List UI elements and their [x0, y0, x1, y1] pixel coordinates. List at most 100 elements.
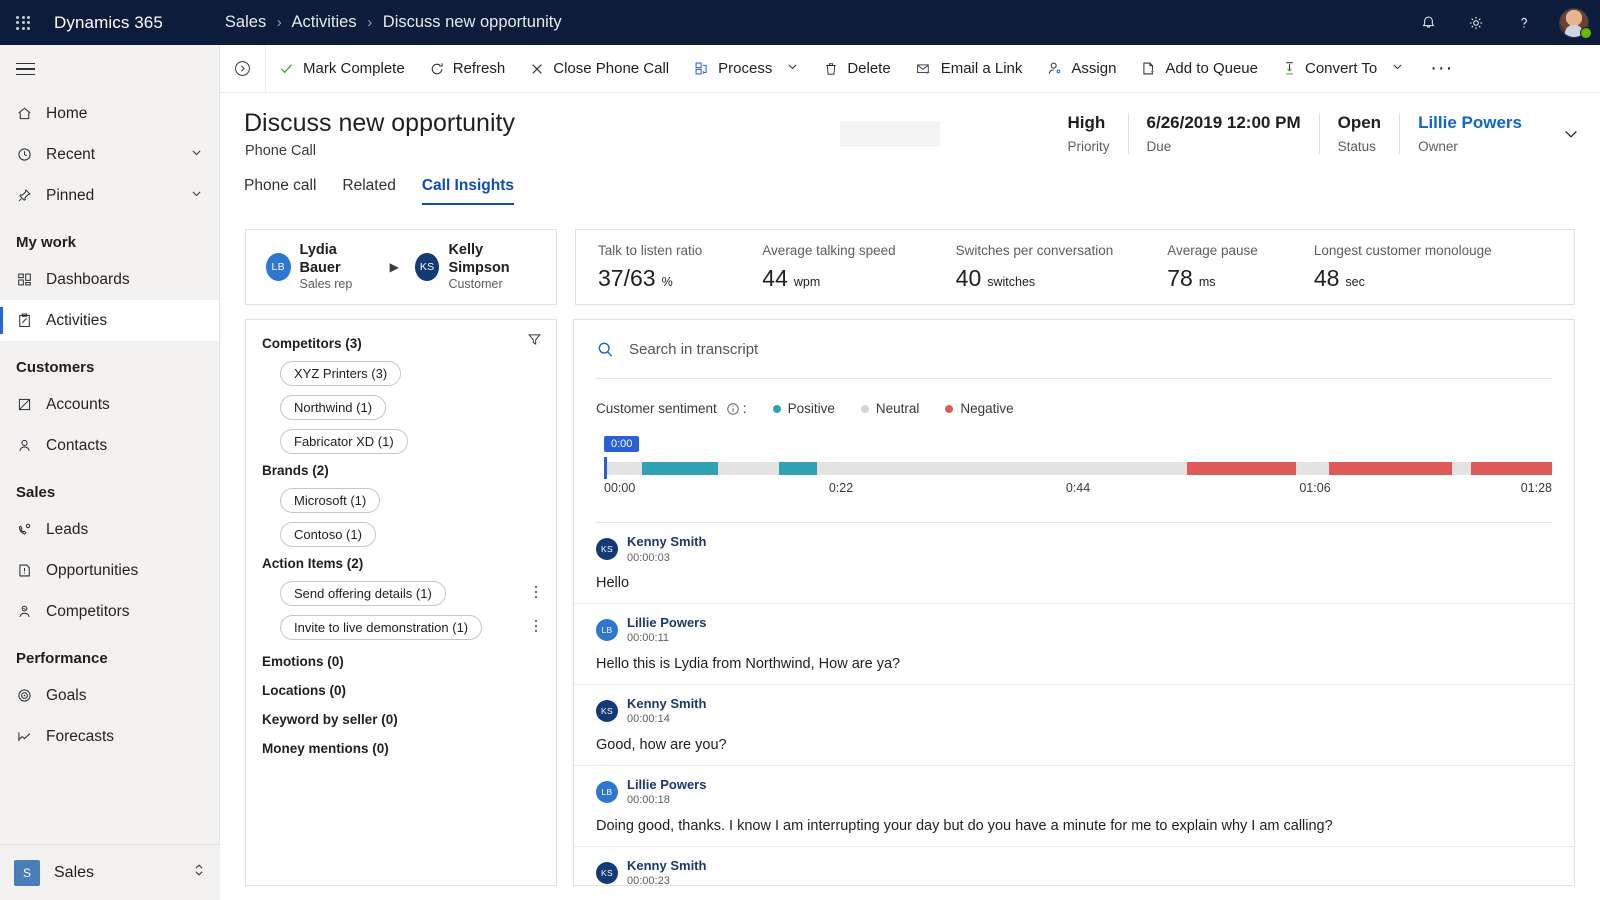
command-label: Delete [847, 60, 890, 77]
tab-call-insights[interactable]: Call Insights [422, 177, 514, 205]
chevron-down-icon[interactable] [190, 146, 203, 164]
sidebar-item-goals[interactable]: Goals [0, 675, 219, 716]
info-circle-icon[interactable] [726, 402, 740, 416]
chevron-down-icon[interactable] [1391, 60, 1404, 77]
leads-icon [16, 521, 46, 538]
sidebar-item-competitors[interactable]: Competitors [0, 591, 219, 632]
header-field-status: Open Status [1319, 113, 1399, 154]
kpi-unit: % [662, 275, 673, 289]
chevron-down-icon[interactable] [1562, 125, 1580, 148]
insight-section-heading-money-mentions[interactable]: Money mentions (0) [262, 741, 540, 756]
sidebar-item-contacts[interactable]: Contacts [0, 425, 219, 466]
more-vertical-icon[interactable] [534, 618, 538, 637]
tab-phone-call[interactable]: Phone call [244, 177, 316, 205]
email-a-link-button[interactable]: Email a Link [903, 45, 1035, 93]
participant-customer: KS Kelly Simpson Customer [415, 241, 536, 293]
insight-section-heading-keyword-by-seller[interactable]: Keyword by seller (0) [262, 712, 540, 727]
sentiment-segment-negative[interactable] [1187, 462, 1296, 475]
chip-row: Send offering details (1) [280, 581, 540, 606]
sidebar-item-home[interactable]: Home [0, 93, 219, 134]
sidebar-item-opportunities[interactable]: Opportunities [0, 550, 219, 591]
settings-gear-icon[interactable] [1452, 0, 1500, 45]
command-label: Close Phone Call [553, 60, 669, 77]
sidebar-item-dashboards[interactable]: Dashboards [0, 259, 219, 300]
help-question-icon[interactable] [1500, 0, 1548, 45]
transcript-message[interactable]: LBLillie Powers00:00:18Doing good, thank… [574, 766, 1574, 847]
insight-section-heading-locations[interactable]: Locations (0) [262, 683, 540, 698]
sentiment-segment-negative[interactable] [1471, 462, 1552, 475]
insight-section-heading-emotions[interactable]: Emotions (0) [262, 654, 540, 669]
avatar: KS [596, 862, 618, 884]
insight-chip-contoso[interactable]: Contoso (1) [280, 522, 376, 547]
breadcrumb-item-sales[interactable]: Sales [225, 13, 266, 31]
tab-related[interactable]: Related [342, 177, 395, 205]
refresh-button[interactable]: Refresh [417, 45, 518, 93]
sidebar-item-leads[interactable]: Leads [0, 509, 219, 550]
kpi-value: 44 [762, 265, 788, 292]
transcript-message-list: KSKenny Smith00:00:03HelloLBLillie Power… [574, 523, 1574, 886]
delete-button[interactable]: Delete [811, 45, 902, 93]
brand-title[interactable]: Dynamics 365 [54, 13, 163, 33]
notification-bell-icon[interactable] [1404, 0, 1452, 45]
kpi-label: Talk to listen ratio [598, 243, 702, 258]
sidebar-item-forecasts[interactable]: Forecasts [0, 716, 219, 757]
command-overflow-button[interactable]: ··· [1416, 57, 1467, 80]
hamburger-menu-icon[interactable] [0, 45, 219, 93]
avatar[interactable] [1548, 0, 1600, 45]
add-to-queue-button[interactable]: Add to Queue [1128, 45, 1270, 93]
contact-person-icon [16, 437, 46, 454]
chevron-down-icon[interactable] [786, 60, 799, 77]
owner-link[interactable]: Lillie Powers [1418, 113, 1522, 133]
sentiment-track[interactable] [604, 462, 1552, 475]
mark-complete-button[interactable]: Mark Complete [266, 45, 417, 93]
header-field-due: 6/26/2019 12:00 PM Due [1128, 113, 1319, 154]
more-vertical-icon[interactable] [534, 584, 538, 603]
transcript-message[interactable]: KSKenny Smith00:00:23Ok [574, 847, 1574, 886]
opportunity-icon [16, 562, 46, 579]
avatar: KS [596, 538, 618, 560]
header-field-label: Due [1147, 139, 1301, 154]
transcript-message[interactable]: KSKenny Smith00:00:03Hello [574, 523, 1574, 604]
updown-chevron-icon[interactable] [192, 862, 206, 883]
transcript-message[interactable]: KSKenny Smith00:00:14Good, how are you? [574, 685, 1574, 766]
sidebar-group-title: Customers [0, 341, 219, 384]
sidebar-item-accounts[interactable]: Accounts [0, 384, 219, 425]
kpi-label: Average pause [1167, 243, 1258, 258]
insight-section-heading-brands: Brands (2) [262, 463, 540, 478]
convert-to-button[interactable]: Convert To [1270, 45, 1416, 93]
app-launcher-icon[interactable] [0, 0, 46, 45]
chevron-down-icon[interactable] [190, 187, 203, 205]
chevron-circle-icon[interactable] [220, 45, 266, 93]
insight-chip-xyz-printers[interactable]: XYZ Printers (3) [280, 361, 401, 386]
trash-icon [823, 61, 839, 77]
assign-button[interactable]: Assign [1034, 45, 1128, 93]
sentiment-segment-negative[interactable] [1329, 462, 1452, 475]
dashboard-icon [16, 271, 46, 288]
insight-chip-microsoft[interactable]: Microsoft (1) [280, 488, 380, 513]
transcript-message[interactable]: LBLillie Powers00:00:11Hello this is Lyd… [574, 604, 1574, 685]
sentiment-segment-positive[interactable] [779, 462, 817, 475]
breadcrumb-item-activities[interactable]: Activities [291, 13, 356, 31]
insight-chip-invite-to-live-demonstration[interactable]: Invite to live demonstration (1) [280, 615, 482, 640]
breadcrumb-separator-icon: › [277, 14, 282, 31]
command-label: Refresh [453, 60, 506, 77]
sentiment-segment-positive[interactable] [642, 462, 718, 475]
insight-chip-fabricator-xd[interactable]: Fabricator XD (1) [280, 429, 408, 454]
sidebar-item-pinned[interactable]: Pinned [0, 175, 219, 216]
insight-chip-northwind[interactable]: Northwind (1) [280, 395, 386, 420]
sidebar-item-label: Goals [46, 687, 219, 705]
kpi-talk-to-listen-ratio: Talk to listen ratio 37/63 % [598, 243, 762, 292]
close-phone-call-button[interactable]: Close Phone Call [517, 45, 681, 93]
insights-panel: Competitors (3) XYZ Printers (3) Northwi… [245, 319, 557, 886]
message-speaker-name: Lillie Powers [627, 777, 706, 793]
process-button[interactable]: Process [681, 45, 811, 93]
sentiment-timeline[interactable]: 0:00 00:000:220:4401:0601:28 [596, 436, 1552, 500]
filter-funnel-icon[interactable] [527, 332, 542, 352]
playhead-marker[interactable] [604, 457, 607, 479]
app-switcher[interactable]: S Sales [0, 844, 220, 900]
insight-chip-send-offering-details[interactable]: Send offering details (1) [280, 581, 446, 606]
sidebar-item-activities[interactable]: Activities [0, 300, 219, 341]
legend-item-neutral: Neutral [861, 401, 920, 416]
sidebar-item-recent[interactable]: Recent [0, 134, 219, 175]
search-input[interactable] [629, 341, 1229, 358]
